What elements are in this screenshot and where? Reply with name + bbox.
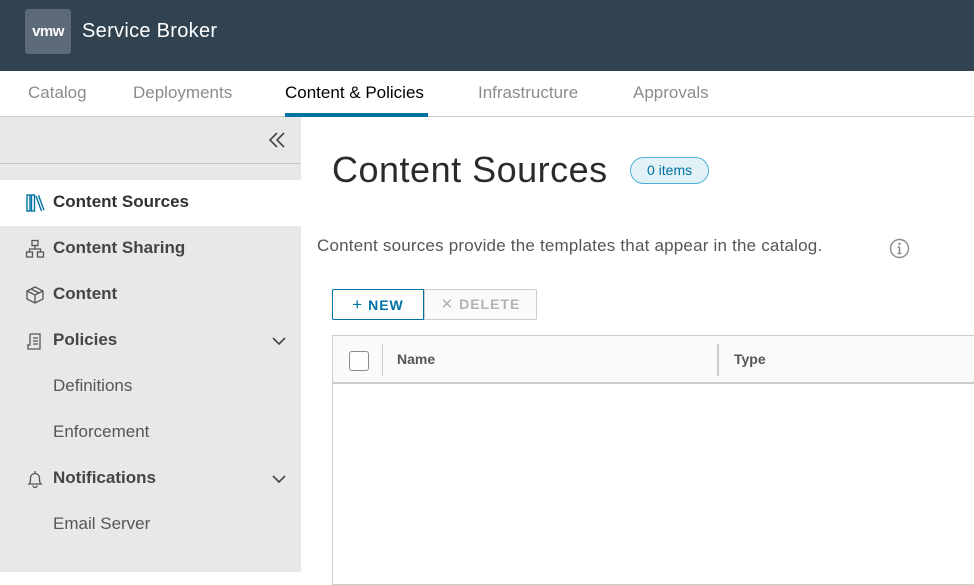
grid-header: Name Type: [333, 336, 974, 384]
new-button-label: NEW: [368, 297, 404, 313]
chevron-down-icon[interactable]: [271, 333, 287, 349]
select-all-checkbox[interactable]: [349, 351, 369, 371]
app-title[interactable]: Service Broker: [82, 20, 217, 43]
main-content: Content Sources 0 items Content sources …: [301, 117, 974, 585]
content-sources-grid: Name Type: [332, 335, 974, 585]
bell-icon: [27, 471, 43, 489]
delete-button[interactable]: ✕ DELETE: [424, 289, 537, 320]
policy-document-icon: [27, 333, 41, 350]
sidebar-item-label: Policies: [53, 330, 118, 349]
double-chevron-left-icon[interactable]: [267, 129, 287, 151]
item-count-badge: 0 items: [630, 157, 710, 184]
sidebar-item-label: Notifications: [53, 468, 156, 487]
column-resize-handle[interactable]: [717, 344, 719, 376]
box-icon: [26, 286, 44, 304]
books-icon: [26, 194, 45, 212]
sidebar-collapse-bar: [0, 117, 301, 164]
sidebar-item-label: Email Server: [53, 514, 151, 533]
tab-approvals[interactable]: Approvals: [633, 71, 709, 117]
column-header-name[interactable]: Name: [397, 351, 435, 367]
close-icon: ✕: [440, 296, 455, 313]
sidebar-item-policies[interactable]: Policies: [0, 318, 301, 364]
tab-catalog[interactable]: Catalog: [28, 71, 87, 117]
chevron-down-icon[interactable]: [271, 471, 287, 487]
sidebar-item-label: Definitions: [53, 376, 133, 395]
tab-content-policies[interactable]: Content & Policies: [285, 71, 428, 117]
sidebar-item-label: Content Sources: [53, 192, 190, 211]
page-description: Content sources provide the templates th…: [317, 236, 823, 255]
delete-button-label: DELETE: [459, 296, 521, 312]
sidebar-item-content-sharing[interactable]: Content Sharing: [0, 226, 301, 272]
sidebar-item-definitions[interactable]: Definitions: [0, 364, 301, 410]
page-title: Content Sources: [332, 149, 608, 190]
new-button[interactable]: + NEW: [332, 289, 424, 320]
sidebar-item-content[interactable]: Content: [0, 272, 301, 318]
sidebar-item-email-server[interactable]: Email Server: [0, 502, 301, 548]
top-navigation: Catalog Deployments Content & Policies I…: [0, 71, 974, 117]
sidebar-item-content-sources[interactable]: Content Sources: [0, 180, 301, 226]
app-header: vmw Service Broker: [0, 0, 974, 71]
column-separator: [382, 344, 383, 376]
sidebar-item-label: Content Sharing: [53, 238, 186, 257]
vmware-logo[interactable]: vmw: [25, 9, 71, 54]
sidebar-item-notifications[interactable]: Notifications: [0, 456, 301, 502]
plus-icon: +: [352, 295, 364, 314]
sidebar-item-label: Enforcement: [53, 422, 150, 441]
tab-deployments[interactable]: Deployments: [133, 71, 232, 117]
sidebar: Content Sources Content Sharing Content: [0, 117, 301, 572]
sidebar-item-enforcement[interactable]: Enforcement: [0, 410, 301, 456]
info-icon[interactable]: [889, 238, 910, 259]
tab-infrastructure[interactable]: Infrastructure: [478, 71, 578, 117]
sidebar-item-label: Content: [53, 284, 118, 303]
network-icon: [25, 239, 45, 258]
column-header-type[interactable]: Type: [734, 351, 766, 367]
